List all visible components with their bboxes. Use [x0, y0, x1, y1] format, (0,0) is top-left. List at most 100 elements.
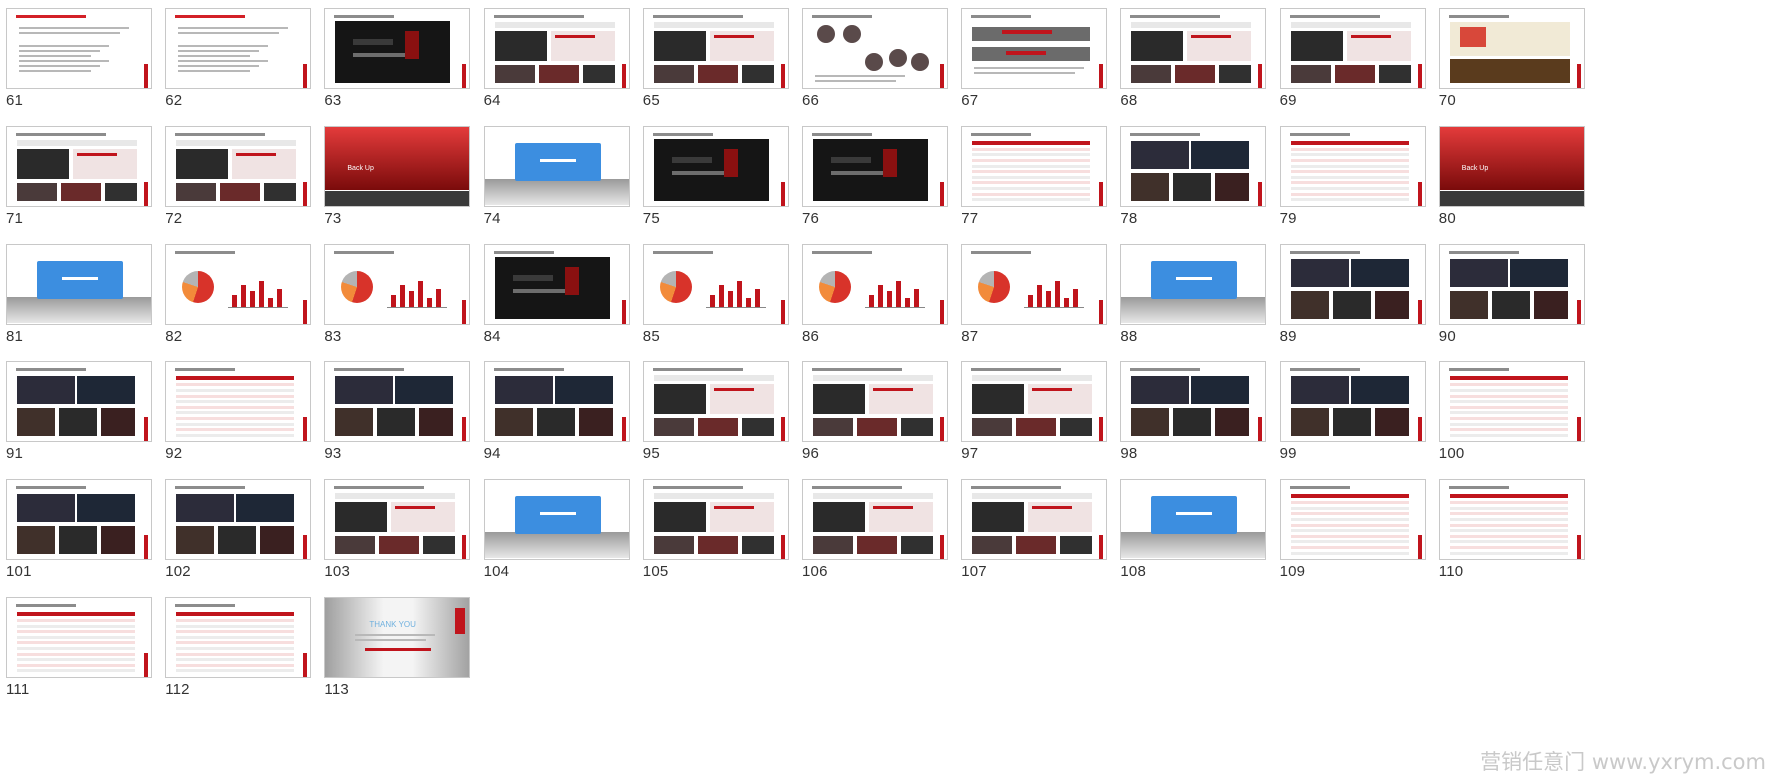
- slide-thumbnail[interactable]: 82: [159, 236, 317, 352]
- slide-preview[interactable]: [324, 8, 471, 89]
- slide-preview[interactable]: [802, 479, 948, 561]
- slide-thumbnail[interactable]: 78: [1114, 118, 1272, 234]
- slide-thumbnail[interactable]: 72: [159, 118, 317, 234]
- slide-thumbnail[interactable]: 88: [1114, 236, 1272, 352]
- slide-preview[interactable]: [1120, 8, 1267, 89]
- slide-preview[interactable]: [6, 479, 152, 561]
- slide-preview[interactable]: [642, 361, 789, 443]
- slide-thumbnail[interactable]: 68: [1114, 0, 1272, 116]
- slide-preview[interactable]: [6, 243, 152, 325]
- slide-thumbnail[interactable]: 99: [1274, 353, 1432, 469]
- slide-thumbnail[interactable]: 105: [637, 471, 795, 587]
- slide-preview[interactable]: [483, 125, 630, 207]
- slide-preview[interactable]: [642, 479, 789, 561]
- slide-thumbnail[interactable]: 101: [0, 471, 158, 587]
- slide-preview[interactable]: [642, 243, 789, 325]
- slide-thumbnail[interactable]: 102: [159, 471, 317, 587]
- slide-thumbnail[interactable]: 66: [796, 0, 954, 116]
- slide-preview[interactable]: [961, 479, 1108, 561]
- slide-thumbnail[interactable]: 110: [1433, 471, 1591, 587]
- slide-preview[interactable]: [802, 361, 948, 443]
- slide-preview[interactable]: [1120, 243, 1267, 325]
- slide-thumbnail[interactable]: 70: [1433, 0, 1591, 116]
- slide-thumbnail[interactable]: 96: [796, 353, 954, 469]
- slide-thumbnail[interactable]: 90: [1433, 236, 1591, 352]
- slide-thumbnail[interactable]: 75: [637, 118, 795, 234]
- slide-thumbnail[interactable]: Back Up 73: [318, 118, 476, 234]
- slide-thumbnail[interactable]: 74: [478, 118, 636, 234]
- slide-thumbnail[interactable]: 69: [1274, 0, 1432, 116]
- slide-preview[interactable]: [1279, 125, 1426, 207]
- slide-preview[interactable]: [1438, 243, 1585, 325]
- slide-preview[interactable]: [1120, 361, 1267, 443]
- slide-thumbnail[interactable]: 71: [0, 118, 158, 234]
- slide-preview[interactable]: [165, 243, 312, 325]
- slide-thumbnail[interactable]: 91: [0, 353, 158, 469]
- slide-thumbnail[interactable]: 81: [0, 236, 158, 352]
- slide-preview[interactable]: [961, 8, 1108, 89]
- slide-preview[interactable]: [6, 597, 152, 678]
- slide-thumbnail[interactable]: 61: [0, 0, 158, 116]
- slide-preview[interactable]: [324, 479, 471, 561]
- slide-thumbnail[interactable]: 63: [318, 0, 476, 116]
- slide-preview[interactable]: [802, 125, 948, 207]
- slide-preview[interactable]: [165, 361, 312, 443]
- slide-preview[interactable]: [6, 125, 152, 207]
- slide-preview[interactable]: [483, 243, 630, 325]
- slide-thumbnail[interactable]: 65: [637, 0, 795, 116]
- slide-preview[interactable]: [324, 361, 471, 443]
- slide-thumbnail[interactable]: 103: [318, 471, 476, 587]
- slide-thumbnail[interactable]: 62: [159, 0, 317, 116]
- slide-preview[interactable]: [1438, 361, 1585, 443]
- slide-preview[interactable]: [1279, 479, 1426, 561]
- slide-preview[interactable]: [1438, 8, 1585, 89]
- slide-preview[interactable]: [483, 479, 630, 561]
- slide-thumbnail[interactable]: 109: [1274, 471, 1432, 587]
- slide-preview[interactable]: [961, 243, 1108, 325]
- slide-thumbnail[interactable]: 94: [478, 353, 636, 469]
- slide-preview[interactable]: [802, 243, 948, 325]
- slide-thumbnail[interactable]: 79: [1274, 118, 1432, 234]
- slide-preview[interactable]: [483, 361, 630, 443]
- slide-thumbnail[interactable]: 77: [955, 118, 1113, 234]
- slide-thumbnail[interactable]: 85: [637, 236, 795, 352]
- slide-preview[interactable]: [165, 597, 312, 678]
- slide-preview[interactable]: [6, 361, 152, 443]
- slide-preview[interactable]: [324, 243, 471, 325]
- slide-preview[interactable]: Back Up: [1438, 125, 1585, 207]
- slide-thumbnail[interactable]: 111: [0, 589, 158, 705]
- slide-thumbnail[interactable]: 67: [955, 0, 1113, 116]
- slide-thumbnail[interactable]: 92: [159, 353, 317, 469]
- slide-preview[interactable]: [165, 8, 312, 89]
- slide-preview[interactable]: [961, 361, 1108, 443]
- slide-preview[interactable]: [802, 8, 948, 89]
- slide-thumbnail[interactable]: 64: [478, 0, 636, 116]
- slide-preview[interactable]: [1279, 8, 1426, 89]
- slide-thumbnail[interactable]: 106: [796, 471, 954, 587]
- slide-thumbnail[interactable]: 86: [796, 236, 954, 352]
- slide-thumbnail[interactable]: 76: [796, 118, 954, 234]
- slide-thumbnail[interactable]: 93: [318, 353, 476, 469]
- slide-preview[interactable]: [1438, 479, 1585, 561]
- slide-thumbnail[interactable]: 95: [637, 353, 795, 469]
- slide-preview[interactable]: [165, 479, 312, 561]
- slide-thumbnail[interactable]: Back Up 80: [1433, 118, 1591, 234]
- slide-thumbnail[interactable]: 112: [159, 589, 317, 705]
- slide-thumbnail[interactable]: 87: [955, 236, 1113, 352]
- slide-preview[interactable]: [1120, 125, 1267, 207]
- slide-preview[interactable]: [961, 125, 1108, 207]
- slide-preview[interactable]: [1279, 361, 1426, 443]
- slide-thumbnail[interactable]: 83: [318, 236, 476, 352]
- slide-thumbnail[interactable]: 89: [1274, 236, 1432, 352]
- slide-thumbnail[interactable]: 104: [478, 471, 636, 587]
- slide-preview[interactable]: [642, 8, 789, 89]
- slide-preview[interactable]: [165, 125, 312, 207]
- slide-thumbnail[interactable]: 84: [478, 236, 636, 352]
- slide-thumbnail[interactable]: 107: [955, 471, 1113, 587]
- slide-preview[interactable]: THANK YOU: [324, 597, 471, 678]
- slide-preview[interactable]: [1279, 243, 1426, 325]
- slide-thumbnail[interactable]: 98: [1114, 353, 1272, 469]
- slide-thumbnail[interactable]: 100: [1433, 353, 1591, 469]
- slide-thumbnail[interactable]: 108: [1114, 471, 1272, 587]
- slide-preview[interactable]: Back Up: [324, 125, 471, 207]
